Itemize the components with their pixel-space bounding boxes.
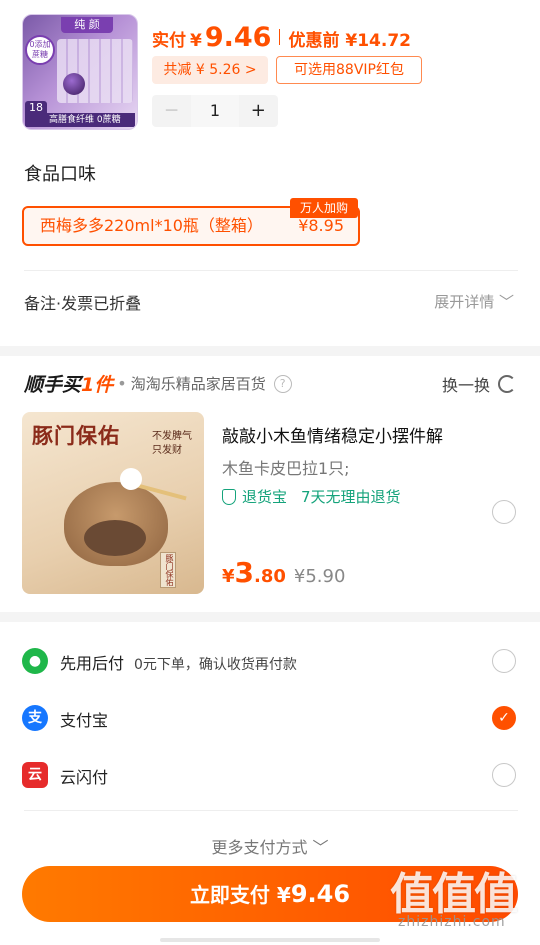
payment-option-alipay[interactable]: 支 支付宝 ✓: [0, 693, 540, 743]
popular-badge: 万人加购: [290, 198, 358, 218]
alipay-icon: 支: [22, 705, 48, 731]
title-dot: •: [117, 374, 127, 393]
flavor-title: 食品口味: [24, 164, 96, 185]
payment-label: 云闪付: [60, 764, 108, 788]
payment-radio[interactable]: [492, 763, 516, 787]
vip-coupon-button[interactable]: 可选用88VIP红包: [276, 56, 422, 84]
expand-details-button[interactable]: 展开详情 ﹀: [434, 291, 514, 312]
addon-price-int: 3: [234, 556, 255, 589]
addon-title: 顺手买1件: [24, 370, 113, 397]
pay-later-icon: ●: [22, 648, 48, 674]
payment-radio-checked[interactable]: ✓: [492, 706, 516, 730]
home-indicator: [160, 938, 380, 942]
section-gap: [0, 346, 540, 356]
addon-product-name[interactable]: 敲敲小木鱼情绪稳定小摆件解: [222, 422, 443, 447]
refresh-icon: [498, 375, 516, 393]
thumb-footer: 高膳食纤维 0蔗糖: [25, 113, 135, 127]
image-sub-text: 不发脾气 只发财: [152, 431, 192, 456]
seal-stamp: 豚门保佑: [160, 552, 176, 588]
payment-radio[interactable]: [492, 649, 516, 673]
pay-button-amount: 9.46: [290, 880, 351, 908]
payment-label: 先用后付 0元下单，确认收货再付款: [60, 650, 297, 674]
payment-option-unionpay[interactable]: 云 云闪付: [0, 750, 540, 800]
seven-day-return-label: 7天无理由退货: [301, 488, 401, 506]
addon-title-count: 1件: [81, 374, 114, 396]
help-icon[interactable]: ?: [273, 374, 292, 393]
product-image[interactable]: 纯 颜 0添加蔗糖 18瓶 高膳食纤维 0蔗糖: [22, 14, 138, 130]
addon-price-symbol: ¥: [222, 566, 235, 587]
addon-original-price: ¥5.90: [293, 566, 346, 587]
image-title-text: 豚门保佑: [32, 424, 120, 448]
addon-header: 顺手买1件 • 淘淘乐精品家居百货 ?: [24, 370, 292, 397]
section-gap: [0, 612, 540, 622]
addon-product-image[interactable]: 豚门保佑 不发脾气 只发财 豚门保佑: [22, 412, 204, 594]
sugar-badge: 0添加蔗糖: [25, 35, 55, 65]
remark-invoice-label[interactable]: 备注·发票已折叠: [24, 290, 141, 314]
watermark-logo: 值值值: [390, 869, 518, 920]
thumb-tag: 纯 颜: [61, 17, 113, 33]
return-insurance-label: 退货宝: [242, 488, 288, 506]
more-payment-methods[interactable]: 更多支付方式 ﹀: [0, 834, 540, 858]
plum-icon: [63, 73, 85, 95]
pay-button-label: 立即支付 ¥: [189, 883, 291, 907]
price-symbol: ¥: [190, 31, 202, 51]
payment-name: 先用后付: [60, 654, 125, 673]
flavor-option-label: 西梅多多220ml*10瓶（整箱）: [40, 216, 263, 235]
shield-icon: [222, 488, 236, 505]
unionpay-icon: 云: [22, 762, 48, 788]
watermark-url: zhizhizhi.com: [398, 914, 506, 930]
capybara-face: [84, 520, 146, 556]
shop-name[interactable]: 淘淘乐精品家居百货: [131, 373, 266, 394]
increase-button[interactable]: +: [239, 95, 278, 127]
swap-button[interactable]: 换一换: [442, 372, 516, 396]
divider: [24, 810, 518, 811]
divider: [24, 270, 518, 271]
addon-price-dec: .80: [254, 566, 286, 587]
price-label: 实付: [152, 31, 186, 51]
payment-subtitle: 0元下单，确认收货再付款: [134, 657, 297, 673]
addon-price: ¥ 3 .80 ¥5.90: [222, 556, 345, 589]
swap-label: 换一换: [441, 376, 490, 395]
payment-name: 云闪付: [60, 768, 109, 787]
payment-option-later[interactable]: ● 先用后付 0元下单，确认收货再付款: [0, 636, 540, 686]
price-summary: 实付 ¥ 9.46 优惠前 ¥14.72: [152, 22, 411, 53]
addon-product-sku[interactable]: 木鱼卡皮巴拉1只;: [222, 455, 350, 479]
total-discount-button[interactable]: 共减 ¥ 5.26 >: [152, 56, 268, 84]
payment-label: 支付宝: [60, 707, 108, 731]
pre-discount-price: 优惠前 ¥14.72: [288, 31, 411, 51]
price-divider: [279, 29, 281, 45]
quantity-stepper: － 1 +: [152, 95, 278, 127]
price-value: 9.46: [204, 22, 272, 53]
quantity-input[interactable]: 1: [191, 95, 239, 127]
addon-title-prefix: 顺手买: [24, 374, 82, 396]
mallet-head: [120, 468, 142, 490]
addon-select-radio[interactable]: [492, 500, 516, 524]
payment-name: 支付宝: [60, 711, 109, 730]
return-service: 退货宝 7天无理由退货: [222, 486, 401, 507]
decrease-button[interactable]: －: [152, 95, 191, 127]
